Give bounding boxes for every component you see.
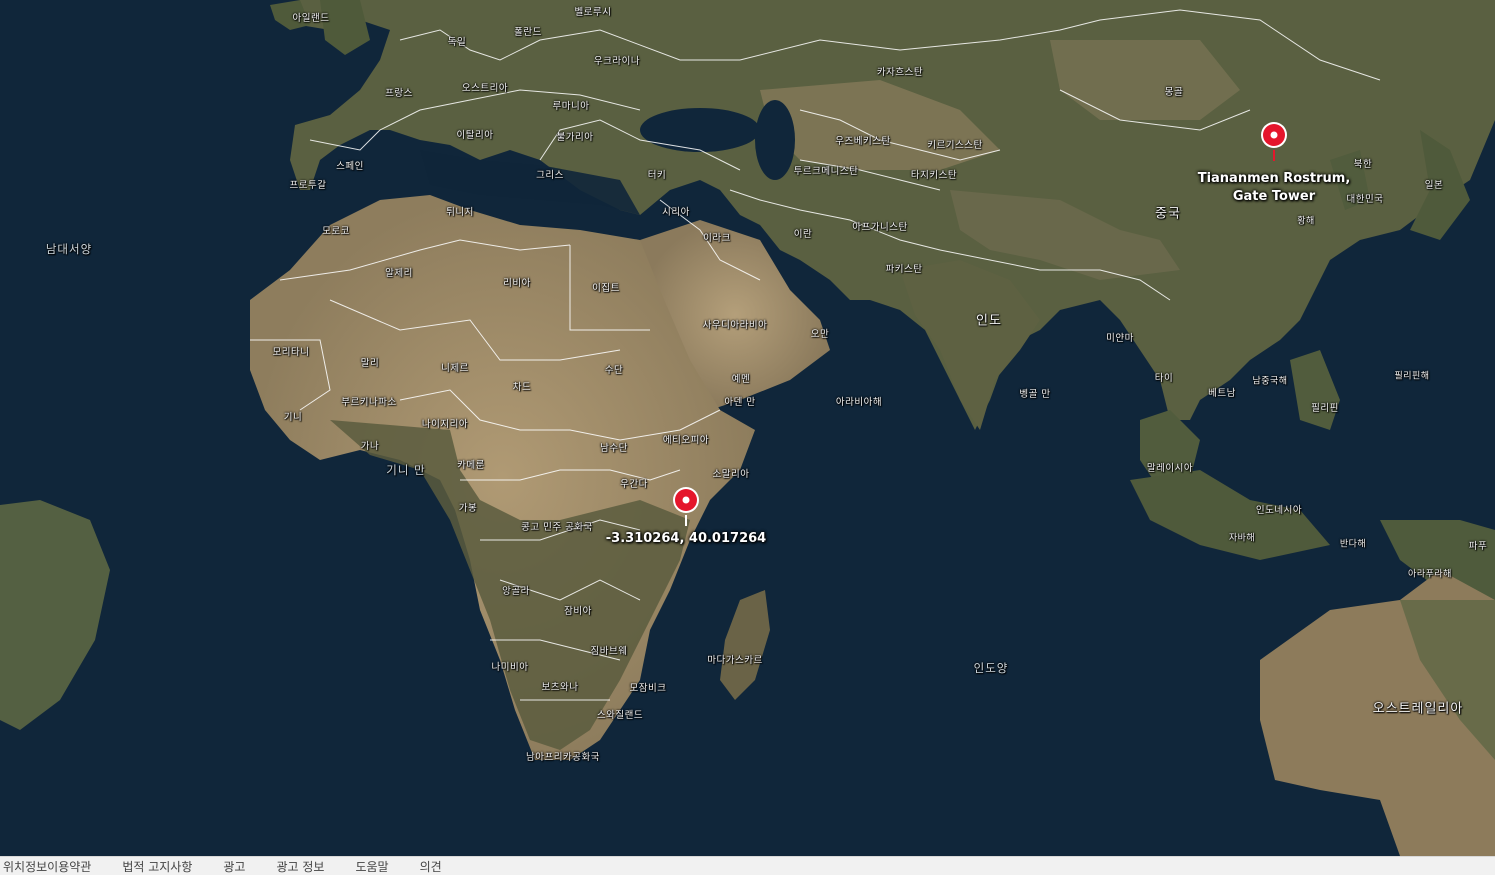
label-pakistan: 파키스탄 bbox=[885, 264, 923, 275]
label-morocco: 모로코 bbox=[322, 226, 350, 237]
label-france: 프랑스 bbox=[385, 88, 413, 99]
label-bay-of-bengal: 벵골 만 bbox=[1019, 389, 1051, 400]
label-south-africa: 남아프리카공화국 bbox=[526, 752, 600, 763]
label-oman: 오만 bbox=[810, 329, 830, 340]
label-turkey: 터키 bbox=[647, 170, 667, 181]
label-chad: 차드 bbox=[512, 382, 532, 393]
label-malaysia: 말레이시아 bbox=[1146, 463, 1194, 474]
label-algeria: 알제리 bbox=[385, 268, 413, 279]
label-ukraine: 우크라이나 bbox=[593, 56, 641, 67]
label-portugal: 프로투갈 bbox=[289, 180, 327, 191]
label-austria: 오스트리아 bbox=[461, 83, 509, 94]
label-japan: 일본 bbox=[1424, 180, 1444, 191]
label-tajikistan: 타지키스탄 bbox=[910, 170, 958, 181]
label-spain: 스페인 bbox=[336, 161, 364, 172]
footer-link-ads[interactable]: 광고 bbox=[223, 858, 245, 875]
label-poland: 폴란드 bbox=[514, 27, 542, 38]
label-south-atlantic: 남대서양 bbox=[45, 242, 93, 256]
label-iran: 이란 bbox=[793, 229, 813, 240]
label-banda-sea: 반다해 bbox=[1339, 539, 1367, 550]
label-germany: 독일 bbox=[447, 37, 467, 48]
label-sudan: 수단 bbox=[604, 365, 624, 376]
label-india: 인도 bbox=[976, 313, 1002, 329]
label-australia: 오스트레일리아 bbox=[1372, 701, 1464, 717]
label-turkmenistan: 투르크메니스탄 bbox=[793, 166, 859, 177]
label-gulf-of-aden: 아덴 만 bbox=[724, 397, 756, 408]
label-ethiopia: 에티오피아 bbox=[662, 435, 710, 446]
pin-label-line1: -3.310264, 40.017264 bbox=[605, 531, 767, 546]
label-iraq: 이라크 bbox=[703, 233, 731, 244]
label-yellow-sea: 황해 bbox=[1297, 216, 1315, 227]
label-china: 중국 bbox=[1155, 206, 1181, 222]
pin-label-coordinates: -3.310264, 40.017264 bbox=[606, 530, 766, 548]
pin-label-line2: Gate Tower bbox=[1232, 189, 1316, 204]
label-niger: 니제르 bbox=[441, 363, 469, 374]
label-belarus: 벨로루시 bbox=[574, 7, 612, 18]
label-gabon: 가봉 bbox=[458, 503, 478, 514]
label-madagascar: 마다가스카르 bbox=[707, 655, 763, 666]
label-italy: 이탈리아 bbox=[456, 130, 494, 141]
footer-bar: 위치정보이용약관 법적 고지사항 광고 광고 정보 도움말 의견 bbox=[0, 856, 1495, 875]
pin-label-tiananmen: Tiananmen Rostrum, Gate Tower bbox=[1198, 170, 1351, 206]
label-namibia: 나미비아 bbox=[491, 662, 529, 673]
label-syria: 시리아 bbox=[662, 207, 690, 218]
label-somalia: 소말리아 bbox=[712, 469, 750, 480]
label-romania: 루마니아 bbox=[552, 101, 590, 112]
label-south-china-sea: 남중국해 bbox=[1252, 376, 1288, 387]
label-burkina-faso: 부르키나파소 bbox=[341, 397, 397, 408]
label-zimbabwe: 짐바브웨 bbox=[590, 646, 628, 657]
label-gulf-of-guinea: 기니 만 bbox=[386, 463, 426, 477]
label-yemen: 예멘 bbox=[731, 374, 751, 385]
label-guinea: 기니 bbox=[283, 412, 303, 423]
label-botswana: 보츠와나 bbox=[541, 682, 579, 693]
label-nigeria: 나이지리아 bbox=[421, 419, 469, 430]
label-uzbekistan: 우즈베키스탄 bbox=[835, 136, 891, 147]
label-ireland: 아일랜드 bbox=[292, 13, 330, 24]
label-saudi-arabia: 사우디아라비아 bbox=[702, 320, 768, 331]
label-arafura-sea: 아라푸라해 bbox=[1408, 569, 1452, 580]
label-egypt: 이집트 bbox=[592, 283, 620, 294]
pin-label-line1: Tiananmen Rostrum, bbox=[1197, 171, 1351, 186]
label-philippines: 필리핀 bbox=[1311, 403, 1339, 414]
label-indonesia: 인도네시아 bbox=[1255, 505, 1303, 516]
label-java-sea: 자바해 bbox=[1228, 533, 1256, 544]
label-mauritania: 모리타니 bbox=[272, 347, 310, 358]
label-zambia: 잠비아 bbox=[564, 606, 592, 617]
footer-link-ad-info[interactable]: 광고 정보 bbox=[276, 858, 324, 875]
map-canvas[interactable]: 아일랜드 벨로루시 독일 폴란드 우크라이나 프랑스 오스트리아 루마니아 이탈… bbox=[0, 0, 1495, 856]
label-angola: 앙골라 bbox=[502, 586, 530, 597]
label-tunisia: 튀니지 bbox=[446, 207, 474, 218]
label-thailand: 타이 bbox=[1154, 373, 1174, 384]
label-eswatini: 스와질랜드 bbox=[596, 710, 644, 721]
label-arabian-sea: 아라비아해 bbox=[835, 397, 883, 408]
label-bulgaria: 불가리아 bbox=[556, 132, 594, 143]
label-mali: 말리 bbox=[360, 358, 380, 369]
label-ghana: 가나 bbox=[360, 441, 380, 452]
label-kazakhstan: 카자흐스탄 bbox=[876, 67, 924, 78]
footer-link-location-terms[interactable]: 위치정보이용약관 bbox=[3, 858, 91, 875]
label-uganda: 우간다 bbox=[620, 479, 648, 490]
label-libya: 리비아 bbox=[503, 278, 531, 289]
label-south-sudan: 남수단 bbox=[600, 443, 628, 454]
map-pin-icon[interactable] bbox=[671, 485, 701, 527]
label-mongolia: 몽골 bbox=[1164, 87, 1184, 98]
label-greece: 그리스 bbox=[536, 170, 564, 181]
map-pin-icon[interactable] bbox=[1259, 120, 1289, 162]
label-papua: 파푸 bbox=[1468, 541, 1488, 552]
footer-link-feedback[interactable]: 의견 bbox=[420, 858, 442, 875]
footer-link-help[interactable]: 도움말 bbox=[355, 858, 388, 875]
label-drc: 콩고 민주 공화국 bbox=[521, 522, 593, 533]
label-vietnam: 베트남 bbox=[1208, 388, 1236, 399]
label-south-korea: 대한민국 bbox=[1346, 194, 1384, 205]
label-myanmar: 미얀마 bbox=[1106, 333, 1134, 344]
label-cameroon: 카메룬 bbox=[457, 460, 485, 471]
label-philippine-sea: 필리핀해 bbox=[1394, 371, 1430, 382]
label-indian-ocean: 인도양 bbox=[973, 661, 1009, 675]
label-afghanistan: 아프가니스탄 bbox=[852, 222, 908, 233]
footer-link-legal[interactable]: 법적 고지사항 bbox=[122, 858, 192, 875]
label-north-korea: 북한 bbox=[1353, 159, 1373, 170]
label-mozambique: 모잠비크 bbox=[629, 683, 667, 694]
label-kyrgyzstan: 키르기스스탄 bbox=[927, 140, 983, 151]
